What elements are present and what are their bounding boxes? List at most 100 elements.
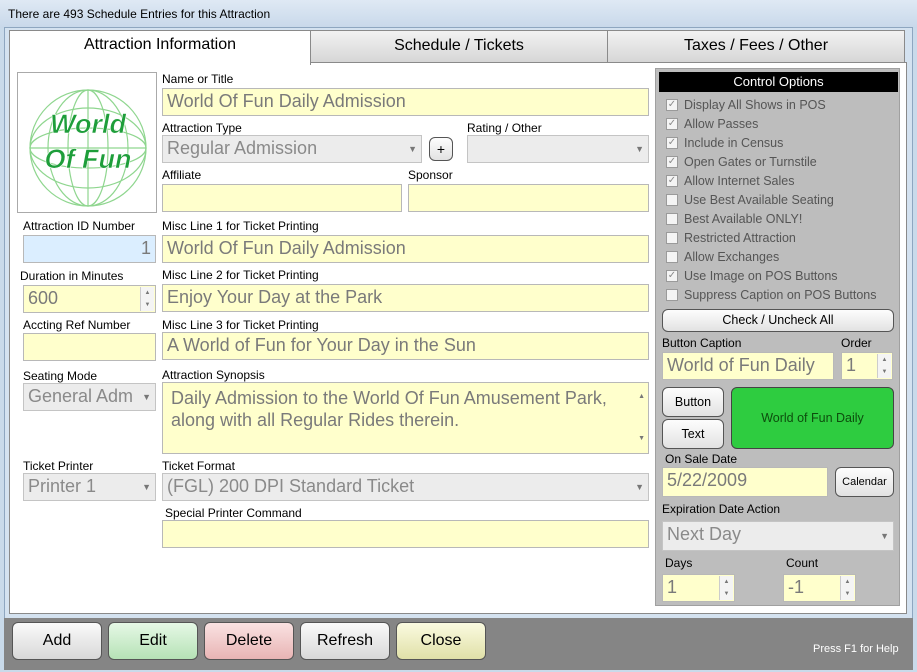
control-option-row[interactable]: Best Available ONLY! [666,212,802,226]
control-option-label: Suppress Caption on POS Buttons [684,288,877,302]
add-attraction-type-button[interactable]: + [429,137,453,161]
checkbox-unchecked-icon[interactable] [666,194,678,206]
expiration-action-value: Next Day [667,524,742,544]
days-field[interactable]: 1 ▲ ▼ [662,574,735,602]
special-printer-field[interactable] [162,520,649,548]
checkbox-unchecked-icon[interactable] [666,251,678,263]
order-stepper[interactable]: ▲ ▼ [877,354,891,378]
control-option-label: Allow Passes [684,117,759,131]
tab-schedule-tickets[interactable]: Schedule / Tickets [310,30,608,63]
close-button[interactable]: Close [396,622,486,660]
rating-label: Rating / Other [467,121,542,135]
button-style-button[interactable]: Button [662,387,724,417]
synopsis-field[interactable]: Daily Admission to the World Of Fun Amus… [162,382,649,454]
seating-mode-label: Seating Mode [23,369,98,383]
attraction-type-select[interactable]: Regular Admission ▼ [162,135,422,163]
attraction-type-value: Regular Admission [167,138,318,158]
attraction-id-label: Attraction ID Number [23,219,136,233]
sponsor-field[interactable] [408,184,649,212]
duration-field[interactable]: 600 ▲ ▼ [23,285,156,313]
delete-button[interactable]: Delete [204,622,294,660]
expiration-action-select[interactable]: Next Day ▼ [662,521,894,551]
checkbox-checked-icon[interactable]: ✓ [666,118,678,130]
days-value: 1 [667,577,678,597]
stepper-down-icon[interactable]: ▼ [845,591,851,597]
scroll-up-icon[interactable]: ▲ [638,386,645,408]
ticket-printer-select[interactable]: Printer 1 ▼ [23,473,156,501]
duration-label: Duration in Minutes [20,269,124,283]
ticket-format-select[interactable]: (FGL) 200 DPI Standard Ticket ▼ [162,473,649,501]
stepper-up-icon[interactable]: ▲ [845,579,851,585]
days-label: Days [665,556,693,570]
edit-button[interactable]: Edit [108,622,198,660]
control-option-row[interactable]: Allow Exchanges [666,250,779,264]
calendar-button[interactable]: Calendar [835,467,894,497]
synopsis-label: Attraction Synopsis [162,368,265,382]
duration-stepper[interactable]: ▲ ▼ [140,287,154,311]
affiliate-label: Affiliate [162,168,202,182]
control-option-row[interactable]: Restricted Attraction [666,231,796,245]
checkbox-checked-icon[interactable]: ✓ [666,99,678,111]
misc-line-1-label: Misc Line 1 for Ticket Printing [162,219,319,233]
order-field[interactable]: 1 ▲ ▼ [841,352,893,380]
control-option-row[interactable]: Suppress Caption on POS Buttons [666,288,876,302]
scroll-down-icon[interactable]: ▼ [638,428,645,450]
control-options-panel: Control Options ✓ Display All Shows in PO… [655,68,900,606]
stepper-up-icon[interactable]: ▲ [882,357,888,363]
stepper-up-icon[interactable]: ▲ [724,579,730,585]
control-option-row[interactable]: ✓ Open Gates or Turnstile [666,155,817,169]
button-caption-field[interactable]: World of Fun Daily [662,352,834,380]
control-option-label: Restricted Attraction [684,231,796,245]
misc-line-3-field[interactable]: A World of Fun for Your Day in the Sun [162,332,649,360]
duration-value: 600 [28,288,59,308]
checkbox-checked-icon[interactable]: ✓ [666,270,678,282]
add-button[interactable]: Add [12,622,102,660]
rating-select[interactable]: ▼ [467,135,649,163]
pos-button-preview[interactable]: World of Fun Daily [731,387,894,449]
accting-ref-field[interactable] [23,333,156,361]
stepper-up-icon[interactable]: ▲ [145,290,151,296]
control-option-row[interactable]: ✓ Allow Passes [666,117,758,131]
affiliate-field[interactable] [162,184,402,212]
text-style-button[interactable]: Text [662,419,724,449]
expiration-action-label: Expiration Date Action [662,502,781,516]
checkbox-unchecked-icon[interactable] [666,232,678,244]
checkbox-checked-icon[interactable]: ✓ [666,137,678,149]
misc-line-1-field[interactable]: World Of Fun Daily Admission [162,235,649,263]
stepper-down-icon[interactable]: ▼ [145,302,151,308]
chevron-down-icon: ▼ [142,482,151,492]
count-field[interactable]: -1 ▲ ▼ [783,574,856,602]
tab-attraction-information[interactable]: Attraction Information [9,30,311,65]
control-option-row[interactable]: ✓ Allow Internet Sales [666,174,794,188]
ticket-printer-value: Printer 1 [28,476,97,496]
stepper-down-icon[interactable]: ▼ [724,591,730,597]
seating-mode-select[interactable]: General Adm ▼ [23,383,156,411]
checkbox-unchecked-icon[interactable] [666,213,678,225]
on-sale-date-field[interactable]: 5/22/2009 [662,467,828,497]
count-stepper[interactable]: ▲ ▼ [840,576,854,600]
attraction-logo[interactable]: World Of Fun [17,72,157,213]
logo-text-line2: Of Fun [45,144,132,174]
name-field[interactable]: World Of Fun Daily Admission [162,88,649,116]
seating-mode-value: General Adm [28,386,134,406]
control-option-label: Display All Shows in POS [684,98,826,112]
checkbox-checked-icon[interactable]: ✓ [666,156,678,168]
chevron-down-icon: ▼ [408,144,417,154]
checkbox-checked-icon[interactable]: ✓ [666,175,678,187]
checkbox-unchecked-icon[interactable] [666,289,678,301]
control-option-label: Allow Exchanges [684,250,780,264]
control-option-row[interactable]: Use Best Available Seating [666,193,834,207]
control-option-row[interactable]: ✓ Display All Shows in POS [666,98,826,112]
tab-taxes-fees-other[interactable]: Taxes / Fees / Other [607,30,905,63]
control-option-label: Open Gates or Turnstile [684,155,817,169]
chevron-down-icon: ▼ [880,531,889,541]
refresh-button[interactable]: Refresh [300,622,390,660]
control-option-row[interactable]: ✓ Include in Census [666,136,783,150]
control-option-row[interactable]: ✓ Use Image on POS Buttons [666,269,838,283]
days-stepper[interactable]: ▲ ▼ [719,576,733,600]
check-uncheck-all-button[interactable]: Check / Uncheck All [662,309,894,332]
attraction-id-field[interactable]: 1 [23,235,156,263]
misc-line-2-field[interactable]: Enjoy Your Day at the Park [162,284,649,312]
help-hint: Press F1 for Help [813,643,899,655]
stepper-down-icon[interactable]: ▼ [882,369,888,375]
